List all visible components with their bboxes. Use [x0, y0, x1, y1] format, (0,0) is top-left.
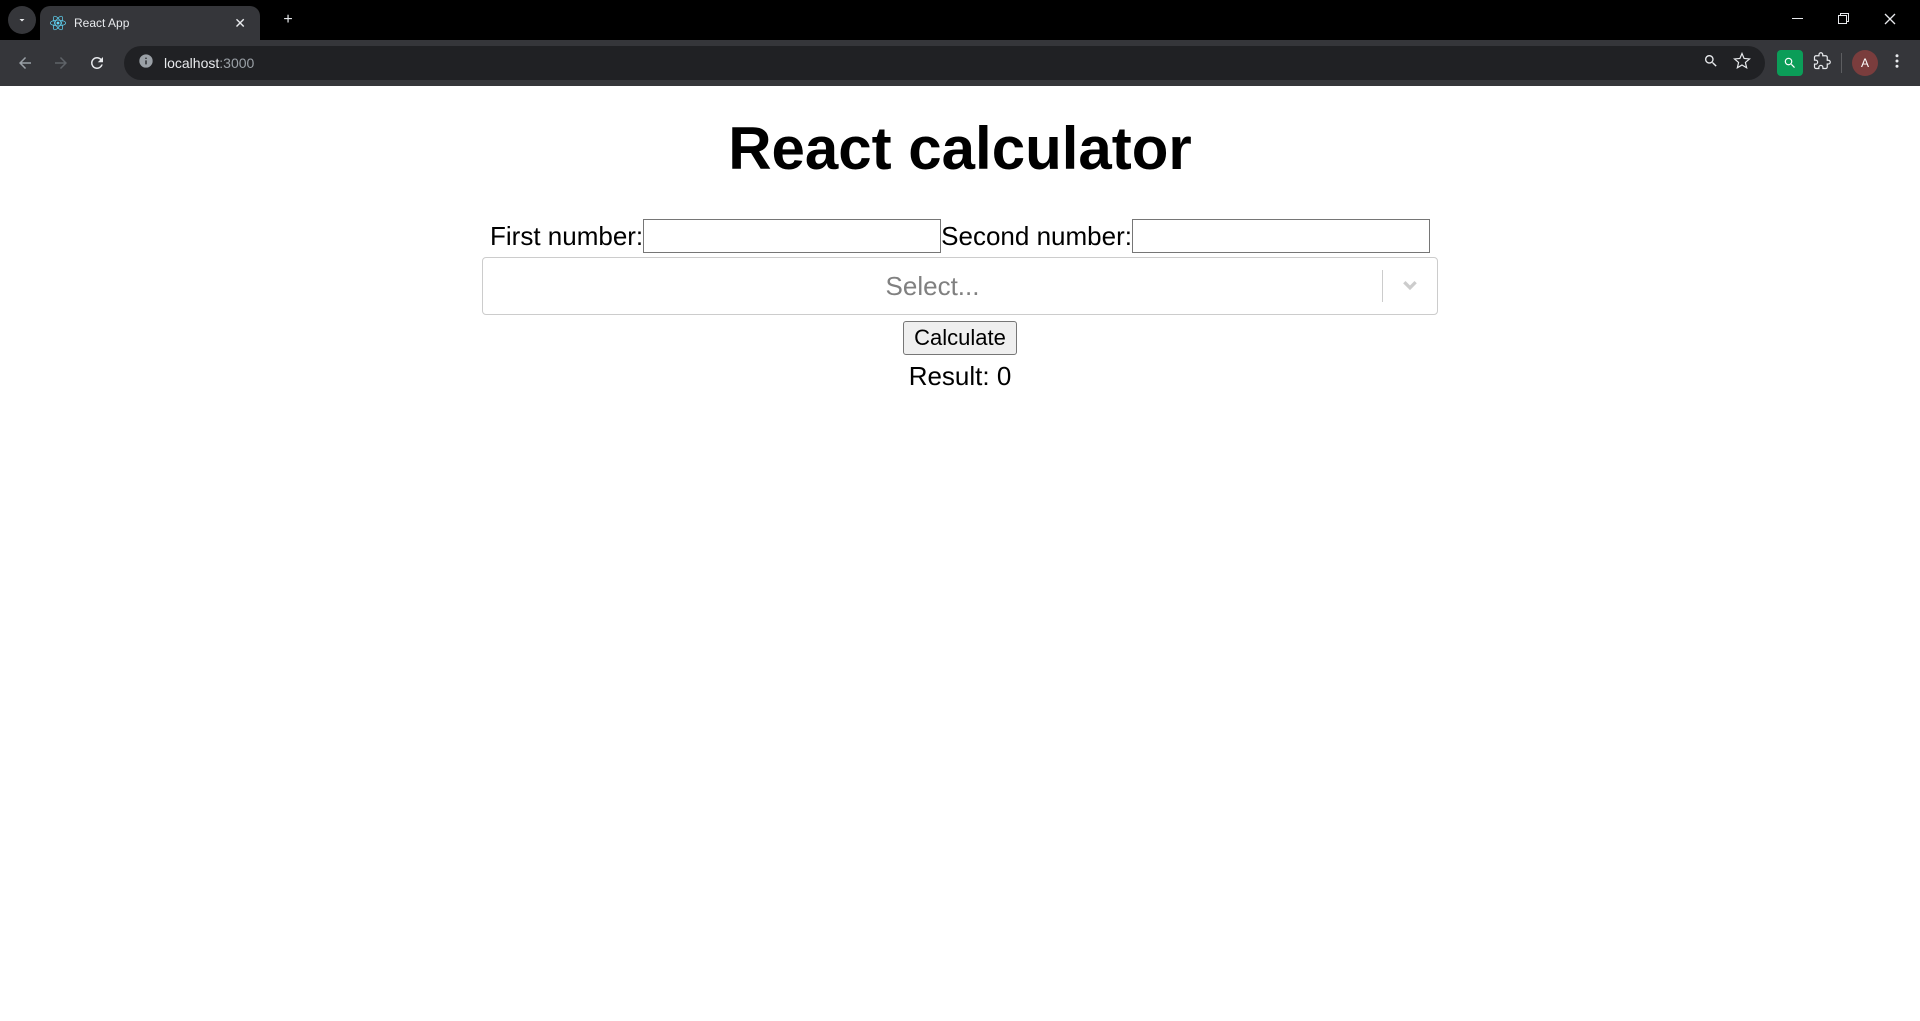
- site-info-icon[interactable]: [138, 53, 154, 74]
- close-icon[interactable]: [1876, 13, 1904, 28]
- toolbar-right: A: [1777, 50, 1910, 76]
- profile-avatar[interactable]: A: [1852, 50, 1878, 76]
- forward-button[interactable]: [46, 48, 76, 78]
- second-number-input[interactable]: [1132, 219, 1430, 253]
- react-calculator-app: React calculator First number: Second nu…: [0, 86, 1920, 392]
- toolbar-divider: [1841, 53, 1842, 73]
- first-number-input[interactable]: [643, 219, 941, 253]
- operation-select[interactable]: Select...: [482, 257, 1438, 315]
- first-number-label: First number:: [490, 221, 643, 252]
- second-number-label: Second number:: [941, 221, 1132, 252]
- extension-grammarly-icon[interactable]: [1777, 50, 1803, 76]
- react-favicon-icon: [50, 15, 66, 31]
- url-path: :3000: [219, 55, 254, 71]
- result-value: 0: [997, 361, 1011, 391]
- new-tab-button[interactable]: +: [274, 6, 302, 34]
- chevron-down-icon: [1383, 275, 1437, 297]
- page-viewport: React calculator First number: Second nu…: [0, 86, 1920, 1021]
- window-controls: [1784, 13, 1912, 28]
- browser-tab-strip: React App ✕ +: [0, 0, 1920, 40]
- tab-title: React App: [74, 16, 230, 30]
- number-inputs-row: First number: Second number:: [0, 219, 1920, 253]
- result-label: Result:: [909, 361, 997, 391]
- bookmark-icon[interactable]: [1733, 52, 1751, 75]
- result-text: Result: 0: [0, 361, 1920, 392]
- extensions-icon[interactable]: [1813, 52, 1831, 75]
- url-text: localhost:3000: [164, 55, 254, 71]
- calculate-button[interactable]: Calculate: [903, 321, 1017, 355]
- browser-menu-icon[interactable]: [1888, 52, 1906, 75]
- minimize-icon[interactable]: [1784, 13, 1812, 28]
- zoom-icon[interactable]: [1703, 53, 1719, 74]
- browser-toolbar: localhost:3000 A: [0, 40, 1920, 86]
- url-host: localhost: [164, 55, 219, 71]
- address-bar[interactable]: localhost:3000: [124, 46, 1765, 80]
- maximize-icon[interactable]: [1830, 13, 1858, 28]
- select-placeholder: Select...: [483, 263, 1382, 310]
- page-title: React calculator: [0, 114, 1920, 183]
- back-button[interactable]: [10, 48, 40, 78]
- tab-search-button[interactable]: [8, 6, 36, 34]
- reload-button[interactable]: [82, 48, 112, 78]
- browser-tab-active[interactable]: React App ✕: [40, 6, 260, 40]
- avatar-initial: A: [1861, 56, 1869, 70]
- tab-close-icon[interactable]: ✕: [230, 15, 250, 32]
